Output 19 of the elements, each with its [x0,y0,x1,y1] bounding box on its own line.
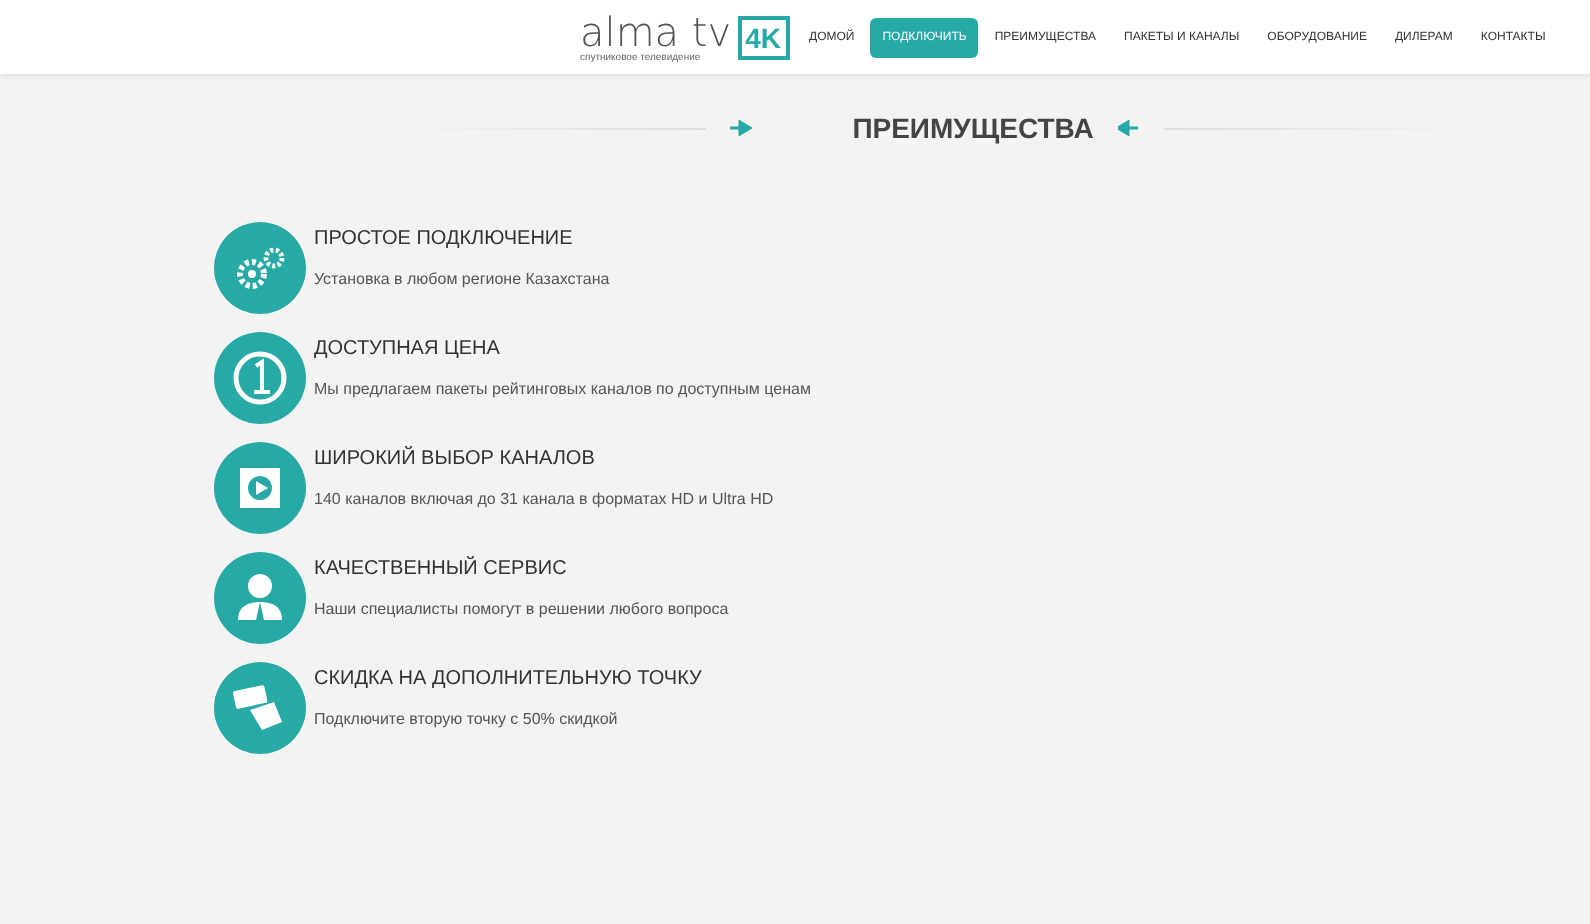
coin-icon [214,332,306,424]
logo-name: alma tv [580,11,732,51]
arrow-icon [1117,120,1140,136]
feature-title: СКИДКА НА ДОПОЛНИТЕЛЬНУЮ ТОЧКУ [314,668,702,690]
logo-badge: 4K [737,15,789,59]
feature-text: Подключите вторую точку с 50% скидкой [314,710,620,728]
feature-text: Установка в любом регионе Казахстана [314,270,610,288]
play-icon [214,442,306,534]
feature-text: Наши специалисты помогут в решении любого вопроса [314,600,729,618]
person-icon [214,552,306,644]
feature-title: ПРОСТОЕ ПОДКЛЮЧЕНИЕ [314,228,575,250]
feature-title: ДОСТУПНАЯ ЦЕНА [314,338,502,360]
feature-title: ШИРОКИЙ ВЫБОР КАНАЛОВ [314,448,597,470]
arrow-icon [730,120,753,136]
feature-text: 140 каналов включая до 31 канала в форматах HD и Ultra HD [314,490,774,508]
section-title: ПРЕИМУЩЕСТВА [852,112,1094,144]
gears-icon [214,222,306,314]
feature-text: Мы предлагаем пакеты рейтинговых каналов по доступным ценам [314,380,811,398]
feature-title: КАЧЕСТВЕННЫЙ СЕРВИС [314,558,569,580]
